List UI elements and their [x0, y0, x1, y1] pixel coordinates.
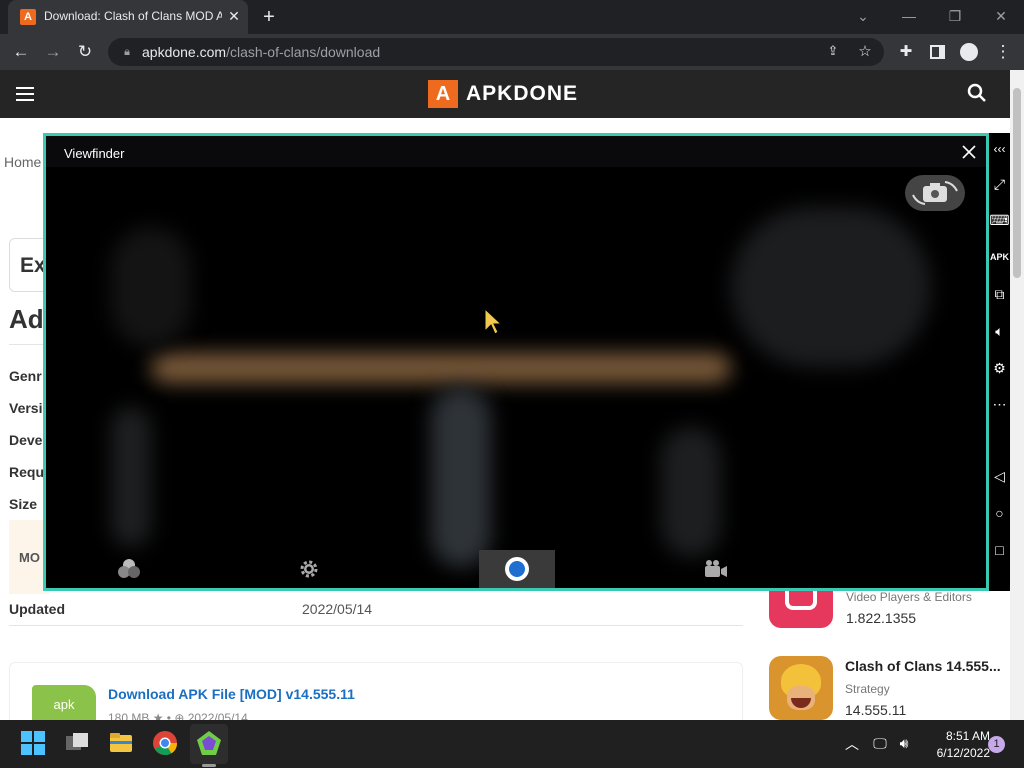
site-header: A APKDONE — [0, 70, 1010, 118]
viewfinder-titlebar: Viewfinder — [46, 136, 986, 167]
task-view-icon[interactable] — [64, 730, 90, 756]
lock-icon[interactable]: 🔒︎ — [120, 44, 134, 60]
side-panel-icon[interactable] — [930, 45, 945, 59]
shutter-button[interactable] — [479, 550, 555, 588]
restore-icon[interactable]: ❐ — [940, 5, 970, 27]
bookmark-star-icon[interactable]: ☆ — [856, 42, 874, 60]
active-app-indicator — [202, 764, 216, 767]
site-logo-text[interactable]: APKDONE — [466, 82, 586, 108]
apk-install-icon[interactable]: APK — [989, 246, 1010, 268]
taskbar-date[interactable]: 6/12/2022 — [920, 746, 990, 762]
info-label-version: Versi — [9, 400, 43, 416]
apkdone-favicon-icon: A — [20, 9, 36, 25]
emulator-sidebar: ‹‹‹ ⤢ ⌨ APK ⧉ 🔈︎ ⚙ ⋯ ◁ ○ □ — [989, 133, 1010, 591]
preview-blur-shape — [111, 407, 151, 547]
info-label-developer: Deve — [9, 432, 43, 448]
mouse-cursor-icon — [484, 307, 503, 335]
side-app1-category: Video Players & Editors — [846, 590, 972, 604]
side-app1-version: 1.822.1355 — [846, 610, 917, 626]
profile-avatar-icon[interactable] — [960, 43, 978, 61]
filters-icon[interactable] — [115, 557, 143, 581]
home-icon[interactable]: ○ — [989, 502, 1010, 524]
hamburger-menu-icon[interactable] — [16, 85, 36, 103]
url-path: /clash-of-clans/download — [226, 44, 381, 60]
download-card: apk Download APK File [MOD] v14.555.11 1… — [9, 662, 743, 720]
volume-icon[interactable]: 🔈︎ — [989, 320, 1010, 342]
keyboard-icon[interactable]: ⌨ — [989, 209, 1010, 231]
preview-blur-shape — [151, 353, 731, 383]
windows-taskbar: ︿ 🖵︎ 🔊︎ 8:51 AM 6/12/2022 1 — [0, 720, 1024, 768]
back-icon[interactable]: ◁ — [989, 465, 1010, 487]
apk-file-icon: apk — [32, 685, 96, 720]
download-meta: 180 MB ★ • ⊕ 2022/05/14 — [108, 711, 248, 720]
video-mode-icon[interactable] — [703, 559, 729, 579]
browser-toolbar: ← → ↻ 🔒︎ apkdone.com/clash-of-clans/down… — [0, 34, 1024, 70]
network-icon[interactable]: 🖵︎ — [870, 735, 890, 755]
info-label-requires: Requ — [9, 464, 44, 480]
url-text[interactable]: apkdone.com/clash-of-clans/download — [142, 44, 380, 60]
apkdone-logo-icon[interactable]: A — [428, 80, 458, 108]
recents-icon[interactable]: □ — [989, 539, 1010, 561]
show-hidden-icons-chevron-icon[interactable]: ︿ — [842, 734, 862, 754]
notification-badge[interactable]: 1 — [988, 736, 1005, 753]
windows-start-icon[interactable] — [20, 730, 46, 756]
mod-label: MO — [19, 550, 40, 565]
viewfinder-window: Viewfinder — [43, 133, 989, 591]
preview-blur-shape — [731, 207, 931, 367]
preview-blur-shape — [661, 427, 721, 557]
forward-arrow-icon[interactable]: → — [42, 41, 64, 63]
side-app2-version: 14.555.11 — [845, 702, 907, 718]
side-app2-category: Strategy — [845, 682, 890, 696]
reload-icon[interactable]: ↻ — [74, 41, 96, 63]
collapse-icon[interactable]: ‹‹‹ — [989, 138, 1010, 160]
fullscreen-icon[interactable]: ⤢ — [989, 173, 1010, 195]
file-explorer-icon[interactable] — [108, 730, 134, 756]
taskbar-time[interactable]: 8:51 AM — [920, 729, 990, 745]
tab-title: Download: Clash of Clans MOD APK — [44, 9, 222, 23]
page-scroll-thumb[interactable] — [1013, 88, 1021, 278]
search-icon[interactable] — [966, 82, 988, 104]
more-icon[interactable]: ⋯ — [989, 393, 1010, 415]
preview-blur-shape — [111, 227, 191, 347]
close-icon[interactable] — [960, 143, 978, 161]
close-window-icon[interactable]: ✕ — [986, 5, 1016, 27]
browser-tab-strip: A Download: Clash of Clans MOD APK ✕ + ⌄… — [0, 0, 1024, 34]
section-title-partial: Ad — [9, 304, 44, 334]
share-icon[interactable]: ⇪ — [824, 43, 842, 61]
tab-search-icon[interactable]: ⌄ — [848, 5, 878, 27]
address-bar[interactable]: 🔒︎ apkdone.com/clash-of-clans/download ⇪… — [108, 38, 884, 66]
chrome-menu-icon[interactable]: ⋮ — [992, 41, 1014, 63]
url-host: apkdone.com — [142, 44, 227, 60]
camera-preview[interactable] — [51, 167, 981, 588]
chrome-icon[interactable] — [152, 730, 178, 756]
preview-blur-shape — [431, 387, 491, 567]
breadcrumb-home[interactable]: Home — [4, 154, 41, 170]
info-label-updated: Updated — [9, 601, 65, 617]
volume-icon[interactable]: 🔊︎ — [894, 735, 914, 755]
new-tab-icon[interactable]: + — [258, 6, 280, 28]
settings-icon[interactable]: ⚙ — [989, 357, 1010, 379]
extensions-icon[interactable]: ✚ — [895, 41, 917, 63]
info-value-updated: 2022/05/14 — [302, 601, 373, 617]
minimize-icon[interactable]: — — [894, 5, 924, 27]
viewfinder-title: Viewfinder — [64, 146, 125, 161]
browser-tab[interactable]: A Download: Clash of Clans MOD APK ✕ — [8, 0, 248, 34]
divider — [9, 625, 743, 626]
download-apk-link[interactable]: Download APK File [MOD] v14.555.11 — [108, 686, 355, 702]
clash-of-clans-icon[interactable] — [769, 656, 833, 720]
info-label-size: Size — [9, 496, 38, 512]
switch-camera-icon[interactable] — [903, 173, 967, 213]
info-label-genre: Genr — [9, 368, 42, 384]
multi-instance-icon[interactable]: ⧉ — [989, 283, 1010, 305]
shutter-dot — [509, 561, 525, 577]
settings-icon[interactable] — [297, 557, 321, 581]
side-app2-name[interactable]: Clash of Clans 14.555... — [845, 658, 1001, 674]
emulator-app-icon[interactable] — [196, 730, 222, 756]
heading-partial: Ex — [20, 254, 46, 277]
tab-close-icon[interactable]: ✕ — [226, 8, 242, 24]
back-arrow-icon[interactable]: ← — [10, 41, 32, 63]
